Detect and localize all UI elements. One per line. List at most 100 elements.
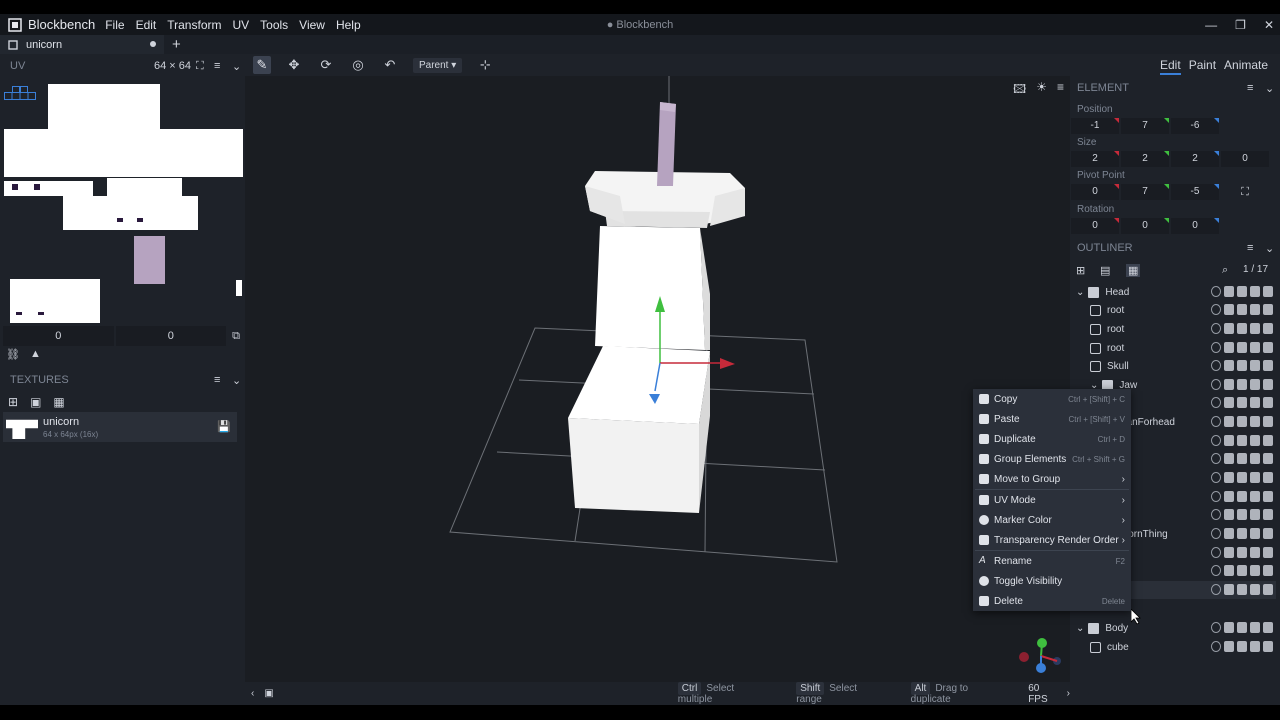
shade-toggle-icon[interactable] (1224, 472, 1234, 483)
link-icon[interactable]: ⛓ (6, 348, 20, 364)
rotation-z-input[interactable]: 0 (1171, 218, 1219, 234)
add-group-icon[interactable]: ▤ (1100, 264, 1110, 277)
shade-toggle-icon[interactable] (1224, 641, 1234, 652)
uv-fullscreen-icon[interactable]: ⛶ (196, 60, 204, 73)
lock-icon[interactable] (1250, 509, 1260, 520)
toggle-options-icon[interactable]: ▦ (1126, 264, 1141, 277)
export-toggle-icon[interactable] (1211, 435, 1221, 446)
ctx-delete[interactable]: Delete Delete (973, 591, 1131, 611)
outliner-collapse-chevron-icon[interactable]: ⌄ (1265, 242, 1274, 255)
element-collapse-chevron-icon[interactable]: ⌄ (1265, 82, 1274, 95)
visibility-eye-icon[interactable] (1263, 528, 1273, 539)
visibility-eye-icon[interactable] (1263, 397, 1273, 408)
pivot-z-input[interactable]: -5 (1171, 184, 1219, 200)
shade-toggle-icon[interactable] (1224, 453, 1234, 464)
mode-tab-paint[interactable]: Paint (1189, 58, 1216, 75)
outliner-cube-row[interactable]: root (1070, 339, 1276, 357)
export-toggle-icon[interactable] (1211, 416, 1221, 427)
lock-icon[interactable] (1250, 416, 1260, 427)
export-toggle-icon[interactable] (1211, 286, 1221, 297)
lock-icon[interactable] (1250, 360, 1260, 371)
shade-toggle-icon[interactable] (1224, 379, 1234, 390)
uv-pin-icon[interactable]: ▲ (30, 348, 41, 364)
export-toggle-icon[interactable] (1211, 472, 1221, 483)
shade-toggle-icon[interactable] (1224, 304, 1234, 315)
display-mode-icon[interactable]: ▣ (264, 688, 273, 699)
lock-icon[interactable] (1250, 342, 1260, 353)
ctx-uv-mode[interactable]: UV Mode › (973, 490, 1131, 510)
render-toggle-icon[interactable] (1237, 379, 1247, 390)
lock-icon[interactable] (1250, 528, 1260, 539)
visibility-eye-icon[interactable] (1263, 342, 1273, 353)
export-toggle-icon[interactable] (1211, 453, 1221, 464)
lock-icon[interactable] (1250, 323, 1260, 334)
render-toggle-icon[interactable] (1237, 453, 1247, 464)
ctx-move-to-group[interactable]: Move to Group › (973, 469, 1131, 489)
ctx-rename[interactable]: A Rename F2 (973, 551, 1131, 571)
shade-toggle-icon[interactable] (1224, 584, 1234, 595)
lock-icon[interactable] (1250, 304, 1260, 315)
export-toggle-icon[interactable] (1211, 491, 1221, 502)
outliner-menu-icon[interactable]: ≡ (1247, 242, 1253, 254)
lock-icon[interactable] (1250, 622, 1260, 633)
lock-icon[interactable] (1250, 547, 1260, 558)
export-toggle-icon[interactable] (1211, 397, 1221, 408)
render-toggle-icon[interactable] (1237, 435, 1247, 446)
export-toggle-icon[interactable] (1211, 304, 1221, 315)
shade-toggle-icon[interactable] (1224, 286, 1234, 297)
lock-icon[interactable] (1250, 565, 1260, 576)
uv-copy-icon[interactable]: ⧉ (228, 326, 244, 346)
lock-icon[interactable] (1250, 397, 1260, 408)
visibility-eye-icon[interactable] (1263, 509, 1273, 520)
menu-transform[interactable]: Transform (167, 18, 221, 32)
rotation-y-input[interactable]: 0 (1121, 218, 1169, 234)
render-toggle-icon[interactable] (1237, 472, 1247, 483)
move-tool-icon[interactable]: ✎ (253, 56, 271, 74)
viewport-menu-icon[interactable]: ≡ (1057, 80, 1064, 101)
uv-size-label[interactable]: 64 × 64 (154, 60, 191, 72)
export-toggle-icon[interactable] (1211, 622, 1221, 633)
export-toggle-icon[interactable] (1211, 565, 1221, 576)
search-icon[interactable]: ⌕ (1222, 264, 1228, 277)
visibility-eye-icon[interactable] (1263, 622, 1273, 633)
render-toggle-icon[interactable] (1237, 584, 1247, 595)
shade-toggle-icon[interactable] (1224, 547, 1234, 558)
visibility-eye-icon[interactable] (1263, 360, 1273, 371)
export-toggle-icon[interactable] (1211, 641, 1221, 652)
outliner-cube-row[interactable]: Skull (1070, 357, 1276, 375)
visibility-eye-icon[interactable] (1263, 565, 1273, 576)
lock-icon[interactable] (1250, 379, 1260, 390)
ctx-group-elements[interactable]: Group Elements Ctrl + Shift + G (973, 449, 1131, 469)
element-menu-icon[interactable]: ≡ (1247, 82, 1253, 94)
visibility-eye-icon[interactable] (1263, 472, 1273, 483)
visibility-eye-icon[interactable] (1263, 547, 1273, 558)
render-toggle-icon[interactable] (1237, 397, 1247, 408)
render-toggle-icon[interactable] (1237, 528, 1247, 539)
position-y-input[interactable]: 7 (1121, 118, 1169, 134)
visibility-eye-icon[interactable] (1263, 641, 1273, 652)
render-toggle-icon[interactable] (1237, 304, 1247, 315)
shade-toggle-icon[interactable] (1224, 397, 1234, 408)
ctx-transparency-render-order[interactable]: Transparency Render Order › (973, 530, 1131, 550)
visibility-eye-icon[interactable] (1263, 435, 1273, 446)
shade-toggle-icon[interactable] (1224, 528, 1234, 539)
translate-icon[interactable]: ✥ (285, 56, 303, 74)
ctx-duplicate[interactable]: Duplicate Ctrl + D (973, 429, 1131, 449)
visibility-eye-icon[interactable] (1263, 416, 1273, 427)
shade-toggle-icon[interactable] (1224, 323, 1234, 334)
menu-help[interactable]: Help (336, 18, 361, 32)
ctx-toggle-visibility[interactable]: Toggle Visibility (973, 571, 1131, 591)
visibility-eye-icon[interactable] (1263, 584, 1273, 595)
uv-offset-y-input[interactable]: 0 (115, 326, 226, 346)
shade-toggle-icon[interactable] (1224, 491, 1234, 502)
mirror-modeling-icon[interactable]: ⊹ (476, 56, 494, 74)
pivot-icon[interactable]: ◎ (349, 56, 367, 74)
render-toggle-icon[interactable] (1237, 416, 1247, 427)
screenshot-icon[interactable]: 🖾 (1013, 80, 1026, 101)
tab-unicorn[interactable]: unicorn (0, 35, 164, 54)
render-toggle-icon[interactable] (1237, 509, 1247, 520)
visibility-eye-icon[interactable] (1263, 453, 1273, 464)
render-toggle-icon[interactable] (1237, 342, 1247, 353)
uv-editor-canvas[interactable] (3, 80, 244, 326)
outliner-group-row[interactable]: ⌄ Body (1070, 619, 1276, 637)
